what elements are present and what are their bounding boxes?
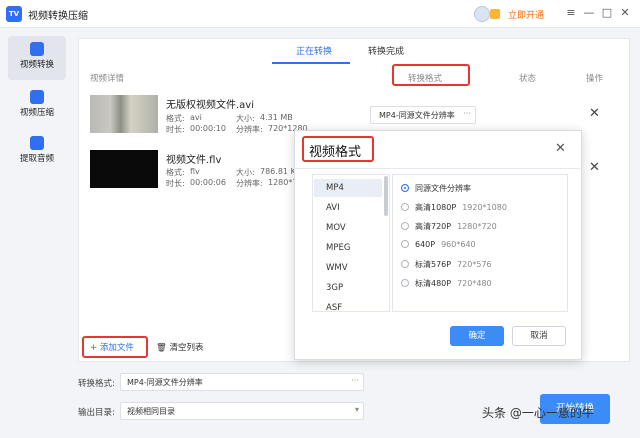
resolution-option-label: 640P bbox=[415, 240, 436, 249]
format-item-asf[interactable]: ASF bbox=[314, 299, 382, 311]
vip-open-link[interactable]: 立即开通 bbox=[508, 8, 544, 21]
size-label: 大小: bbox=[236, 168, 255, 177]
vip-crown-icon bbox=[490, 9, 500, 19]
duration-label: 时长: bbox=[166, 125, 185, 134]
format-item-3gp[interactable]: 3GP bbox=[314, 279, 382, 297]
resolution-option-size: 1920*1080 bbox=[462, 203, 507, 212]
output-format-value: MP4-同源文件分辨率 bbox=[127, 378, 203, 387]
format-value: flv bbox=[190, 167, 200, 176]
size-label: 大小: bbox=[236, 114, 255, 123]
video-thumbnail bbox=[90, 95, 158, 133]
resolution-label: 分辨率: bbox=[236, 179, 263, 188]
radio-icon bbox=[401, 222, 409, 230]
header-format: 转换格式 bbox=[408, 74, 443, 84]
trash-icon: 🗑 bbox=[156, 343, 167, 353]
dialog-ok-button[interactable]: 确定 bbox=[450, 326, 504, 346]
more-icon: ··· bbox=[463, 109, 471, 118]
close-window-icon[interactable]: ✕ bbox=[618, 6, 632, 20]
format-item-wmv[interactable]: WMV bbox=[314, 259, 382, 277]
format-item-avi[interactable]: AVI bbox=[314, 199, 382, 217]
video-convert-icon bbox=[30, 42, 44, 56]
format-value: avi bbox=[190, 113, 202, 122]
resolution-option[interactable]: 640P 960*640 bbox=[401, 240, 476, 249]
resolution-option-size: 720*576 bbox=[457, 260, 492, 269]
resolution-option-label: 同源文件分辨率 bbox=[415, 184, 471, 193]
video-compress-icon bbox=[30, 90, 44, 104]
duration-value: 00:00:06 bbox=[190, 178, 226, 187]
output-dir-value: 视频相同目录 bbox=[127, 407, 175, 416]
dialog-cancel-button[interactable]: 取消 bbox=[512, 326, 566, 346]
size-value: 4.31 MB bbox=[260, 113, 293, 122]
resolution-option-label: 高清720P bbox=[415, 222, 452, 231]
dialog-divider bbox=[294, 168, 582, 169]
dialog-title: 视频格式 bbox=[302, 136, 374, 162]
format-list: MP4 AVI MOV MPEG WMV 3GP ASF bbox=[312, 174, 390, 312]
sidebar-item-label: 视频转换 bbox=[19, 60, 54, 70]
output-format-select[interactable]: MP4-同源文件分辨率 ··· bbox=[120, 373, 364, 391]
resolution-option-size: 720*480 bbox=[457, 279, 492, 288]
resolution-option[interactable]: 同源文件分辨率 bbox=[401, 183, 471, 194]
file-name: 无版权视频文件.avi bbox=[166, 100, 255, 111]
clear-list-button[interactable]: 🗑 清空列表 bbox=[156, 341, 204, 353]
header-status: 状态 bbox=[519, 74, 537, 84]
dialog-close-icon[interactable]: ✕ bbox=[555, 141, 566, 156]
sidebar-item-video-convert[interactable]: 视频转换 bbox=[8, 36, 66, 80]
remove-file-icon[interactable]: ✕ bbox=[589, 106, 600, 121]
format-item-mp4[interactable]: MP4 bbox=[314, 179, 382, 197]
resolution-option-label: 标清576P bbox=[415, 260, 452, 269]
format-item-mpeg[interactable]: MPEG bbox=[314, 239, 382, 257]
video-thumbnail bbox=[90, 150, 158, 188]
format-item-mov[interactable]: MOV bbox=[314, 219, 382, 237]
tab-converting[interactable]: 正在转换 bbox=[296, 44, 332, 57]
resolution-panel: 同源文件分辨率 高清1080P 1920*1080 高清720P 1280*720 … bbox=[392, 174, 568, 312]
remove-file-icon[interactable]: ✕ bbox=[589, 160, 600, 175]
header-actions: 操作 bbox=[586, 74, 604, 84]
resolution-option[interactable]: 高清720P 1280*720 bbox=[401, 221, 497, 232]
duration-value: 00:00:10 bbox=[190, 124, 226, 133]
watermark: 头条 @一心一意的牛 bbox=[482, 406, 594, 420]
clear-list-label: 清空列表 bbox=[169, 343, 204, 353]
resolution-option[interactable]: 标清576P 720*576 bbox=[401, 259, 492, 270]
app-title: 视频转换压缩 bbox=[28, 11, 88, 22]
app-logo-icon: TV bbox=[6, 6, 22, 22]
add-file-button[interactable]: + 添加文件 bbox=[82, 336, 148, 358]
resolution-option-size: 1280*720 bbox=[457, 222, 497, 231]
maximize-icon[interactable]: □ bbox=[600, 6, 614, 20]
tab-underline bbox=[272, 62, 350, 64]
output-dir-select[interactable]: 视频相同目录 ▾ bbox=[120, 402, 364, 420]
resolution-label: 分辨率: bbox=[236, 125, 263, 134]
resolution-option[interactable]: 高清1080P 1920*1080 bbox=[401, 202, 507, 213]
chevron-down-icon: ▾ bbox=[354, 405, 359, 414]
more-icon: ··· bbox=[351, 376, 359, 385]
radio-selected-icon bbox=[401, 184, 409, 192]
radio-icon bbox=[401, 203, 409, 211]
resolution-option-label: 高清1080P bbox=[415, 203, 457, 212]
resolution-option[interactable]: 标清480P 720*480 bbox=[401, 278, 492, 289]
output-format-label: 转换格式: bbox=[78, 379, 115, 389]
output-dir-label: 输出目录: bbox=[78, 408, 115, 418]
sidebar-item-video-compress[interactable]: 视频压缩 bbox=[8, 84, 66, 128]
file-name: 视频文件.flv bbox=[166, 155, 222, 166]
resolution-option-size: 960*640 bbox=[441, 240, 476, 249]
format-label: 格式: bbox=[166, 168, 185, 177]
size-value: 786.81 K bbox=[260, 167, 296, 176]
duration-label: 时长: bbox=[166, 179, 185, 188]
sidebar-item-label: 视频压缩 bbox=[19, 108, 54, 118]
radio-icon bbox=[401, 279, 409, 287]
resolution-option-label: 标清480P bbox=[415, 279, 452, 288]
audio-extract-icon bbox=[30, 136, 44, 150]
target-format-select[interactable]: MP4-同源文件分辨率 ··· bbox=[370, 106, 476, 124]
sidebar-item-audio-extract[interactable]: 提取音频 bbox=[8, 130, 66, 174]
sidebar-item-label: 提取音频 bbox=[19, 154, 54, 164]
minimize-icon[interactable]: — bbox=[582, 6, 596, 20]
radio-icon bbox=[401, 240, 409, 248]
target-format-value: MP4-同源文件分辨率 bbox=[379, 111, 455, 120]
header-details: 视频详情 bbox=[90, 74, 125, 84]
avatar[interactable] bbox=[474, 6, 490, 22]
menu-icon[interactable]: ≡ bbox=[564, 6, 578, 20]
tab-completed[interactable]: 转换完成 bbox=[368, 44, 404, 57]
format-list-scrollbar[interactable] bbox=[384, 176, 388, 216]
format-label: 格式: bbox=[166, 114, 185, 123]
radio-icon bbox=[401, 260, 409, 268]
